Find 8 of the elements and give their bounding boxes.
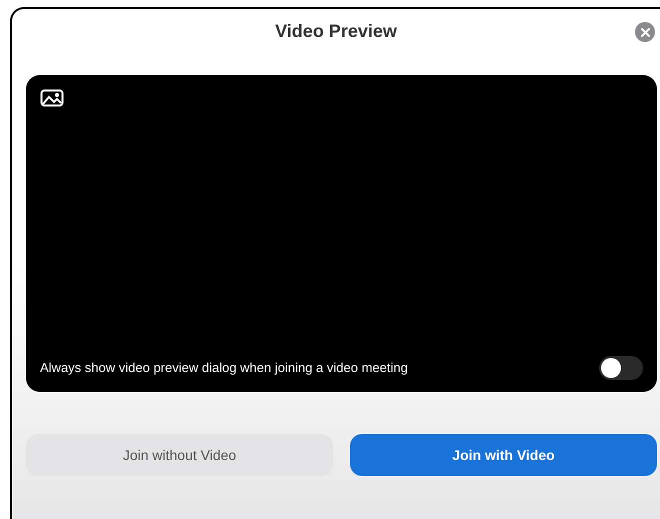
option-label: Always show video preview dialog when joining a video meeting — [40, 359, 408, 378]
toggle-switch[interactable] — [599, 356, 643, 380]
image-icon — [40, 89, 64, 107]
close-icon — [640, 28, 650, 36]
dialog-title: Video Preview — [275, 20, 397, 42]
close-button[interactable] — [635, 22, 655, 42]
join-button[interactable]: Join without Video — [26, 434, 333, 476]
join-button[interactable]: Join with Video — [350, 434, 657, 476]
